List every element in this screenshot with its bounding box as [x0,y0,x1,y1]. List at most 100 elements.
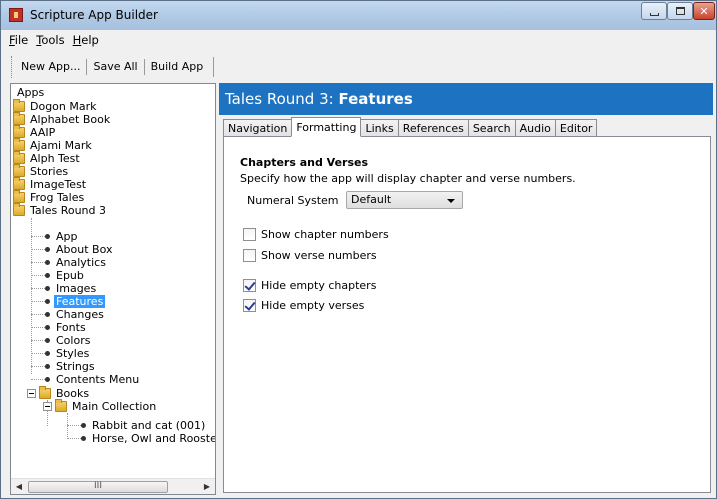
build-app-button[interactable]: Build App [145,58,210,76]
scroll-right-icon[interactable]: ▶ [199,479,215,494]
tab-search[interactable]: Search [467,119,516,137]
tree-app-item[interactable]: Ajami Mark [13,138,94,152]
app-icon [9,8,23,22]
tree-connector [31,353,45,354]
tree-sub-item[interactable]: Contents Menu [45,373,141,386]
folder-icon [13,112,25,125]
maximize-button[interactable] [667,2,693,20]
collapse-icon[interactable] [27,389,36,398]
tree-sub-item[interactable]: Colors [45,334,92,347]
tree-connector [67,413,68,439]
folder-icon [13,99,25,112]
tree-collection[interactable]: Main Collection [43,399,158,413]
menu-bar: File Tools Help [1,30,716,50]
hide-empty-verses-checkbox[interactable]: Hide empty verses [243,298,364,312]
tree-app-item[interactable]: ImageTest [13,177,88,191]
tree-sub-item[interactable]: Images [45,282,98,295]
tree-sub-item[interactable]: Epub [45,269,86,282]
tree-book-item[interactable]: Horse, Owl and Rooster (00 [81,432,215,445]
tree-sub-item-selected[interactable]: Features [45,295,106,308]
checkbox-checked-icon[interactable] [243,298,256,312]
new-app-button[interactable]: New App... [15,58,86,76]
numeral-system-select[interactable]: Default [346,191,463,209]
folder-icon [13,151,25,164]
close-button[interactable]: ✕ [693,2,715,20]
folder-icon [13,203,25,216]
tree-connector [31,218,32,374]
tree-horizontal-scrollbar[interactable]: ◀ III ▶ [11,478,215,494]
tree-app-item[interactable]: Frog Tales [13,190,86,204]
tab-audio[interactable]: Audio [514,119,556,137]
tree-sub-item[interactable]: Strings [45,360,97,373]
panel-header: Tales Round 3: Features [219,83,713,115]
tree-connector [31,327,45,328]
tree-root-apps[interactable]: Apps [15,86,46,99]
toolbar-end [213,57,215,77]
chapters-section-description: Specify how the app will display chapter… [240,172,576,185]
menu-file[interactable]: File [5,33,32,47]
tree-connector [31,236,45,237]
checkbox-label: Show verse numbers [261,248,377,262]
tree-app-item[interactable]: Alphabet Book [13,112,112,126]
tree-app-item[interactable]: Alph Test [13,151,82,165]
minimize-button[interactable] [641,2,667,20]
tree-sub-item[interactable]: Analytics [45,256,108,269]
tree-connector [31,275,45,276]
tree-sub-item[interactable]: About Box [45,243,114,256]
title-bar[interactable]: Scripture App Builder ✕ [1,1,716,30]
checkbox-checked-icon[interactable] [243,278,256,292]
show-chapter-numbers-checkbox[interactable]: Show chapter numbers [243,227,389,241]
scroll-left-icon[interactable]: ◀ [11,479,27,494]
checkbox-icon[interactable] [243,227,256,241]
tab-navigation[interactable]: Navigation [223,119,293,137]
bullet-icon [81,423,86,428]
app-tree[interactable]: Apps Dogon Mark Alphabet Book AAIP Ajami… [10,83,216,495]
bullet-icon [45,351,50,356]
scroll-thumb[interactable]: III [28,481,168,493]
folder-icon [55,399,67,412]
minimize-icon [649,12,659,16]
tree-app-item[interactable]: Dogon Mark [13,99,99,113]
menu-tools[interactable]: Tools [32,33,68,47]
tree-viewport: Apps Dogon Mark Alphabet Book AAIP Ajami… [11,84,215,478]
tab-formatting[interactable]: Formatting [291,117,362,137]
tree-sub-item[interactable]: Styles [45,347,91,360]
numeral-system-value: Default [351,193,392,206]
hide-empty-chapters-checkbox[interactable]: Hide empty chapters [243,278,376,292]
window-title: Scripture App Builder [30,8,158,22]
tree-connector [67,438,81,439]
maximize-icon [675,7,685,15]
tree-app-item[interactable]: Tales Round 3 [13,203,108,217]
collapse-icon[interactable] [43,402,52,411]
show-verse-numbers-checkbox[interactable]: Show verse numbers [243,248,377,262]
tree-sub-item[interactable]: Changes [45,308,106,321]
tree-app-item[interactable]: Stories [13,164,70,178]
scroll-grip-icon: III [94,481,102,491]
tree-connector [31,288,45,289]
tree-sub-item[interactable]: Fonts [45,321,88,334]
checkbox-icon[interactable] [243,248,256,262]
tab-references[interactable]: References [397,119,469,137]
tree-connector [31,249,45,250]
tree-book-item[interactable]: Rabbit and cat (001) [81,419,207,432]
bullet-icon [45,364,50,369]
tab-strip: Navigation Formatting Links References S… [223,117,598,137]
tree-sub-item[interactable]: App [45,230,80,243]
bullet-icon [45,273,50,278]
bullet-icon [45,260,50,265]
tree-connector [31,340,45,341]
folder-icon [13,125,25,138]
tree-connector [31,314,45,315]
tab-links[interactable]: Links [360,119,399,137]
toolbar: New App... Save All Build App [11,56,215,78]
tree-connector [31,301,45,302]
bullet-icon [45,377,50,382]
folder-icon [13,164,25,177]
bullet-icon [45,234,50,239]
menu-help[interactable]: Help [69,33,103,47]
save-all-button[interactable]: Save All [87,58,143,76]
settings-panel: Tales Round 3: Features Navigation Forma… [219,83,713,495]
tab-editor[interactable]: Editor [554,119,598,137]
chevron-down-icon [447,199,455,203]
bullet-icon [45,247,50,252]
